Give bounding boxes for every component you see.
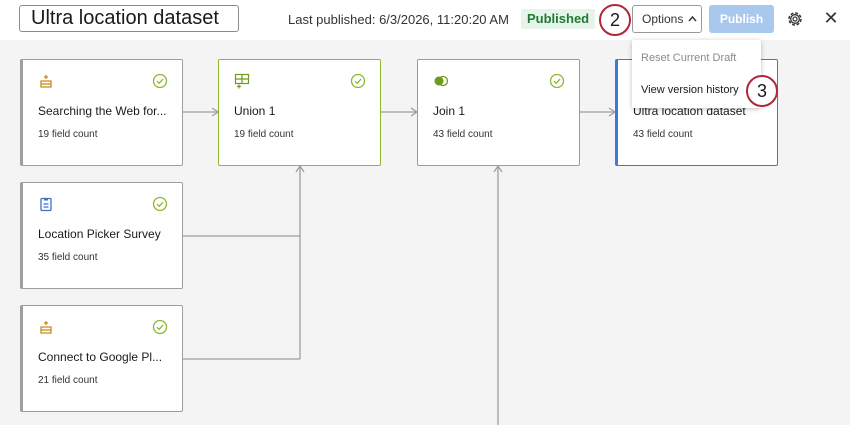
node-name: Location Picker Survey (38, 227, 161, 241)
join-icon (433, 73, 449, 89)
node-card-union[interactable]: Union 1 19 field count (218, 59, 381, 166)
node-field-count: 43 field count (633, 129, 693, 140)
node-card-searching-web[interactable]: Searching the Web for... 19 field count (20, 59, 183, 166)
check-circle-icon (152, 196, 168, 212)
source-icon (38, 73, 54, 89)
union-icon (234, 73, 250, 89)
step-marker-3: 3 (746, 75, 778, 107)
node-field-count: 43 field count (433, 129, 493, 140)
node-card-location-picker-survey[interactable]: Location Picker Survey 35 field count (20, 182, 183, 289)
menu-item-reset-draft: Reset Current Draft (641, 52, 737, 64)
node-field-count: 19 field count (234, 129, 294, 140)
source-icon (38, 319, 54, 335)
check-circle-icon (152, 319, 168, 335)
node-card-connect-google[interactable]: Connect to Google Pl... 21 field count (20, 305, 183, 412)
node-name: Connect to Google Pl... (38, 350, 163, 364)
check-circle-icon (549, 73, 565, 89)
check-circle-icon (350, 73, 366, 89)
check-circle-icon (152, 73, 168, 89)
survey-icon (38, 196, 54, 212)
node-field-count: 21 field count (38, 375, 98, 386)
node-name: Searching the Web for... (38, 104, 167, 118)
options-dropdown-menu: Reset Current Draft View version history (632, 40, 761, 108)
node-field-count: 35 field count (38, 252, 98, 263)
menu-item-view-version-history[interactable]: View version history (641, 84, 739, 96)
node-field-count: 19 field count (38, 129, 98, 140)
node-name: Union 1 (234, 104, 276, 118)
node-card-join[interactable]: Join 1 43 field count (417, 59, 580, 166)
step-marker-2: 2 (599, 4, 631, 36)
node-name: Join 1 (433, 104, 466, 118)
